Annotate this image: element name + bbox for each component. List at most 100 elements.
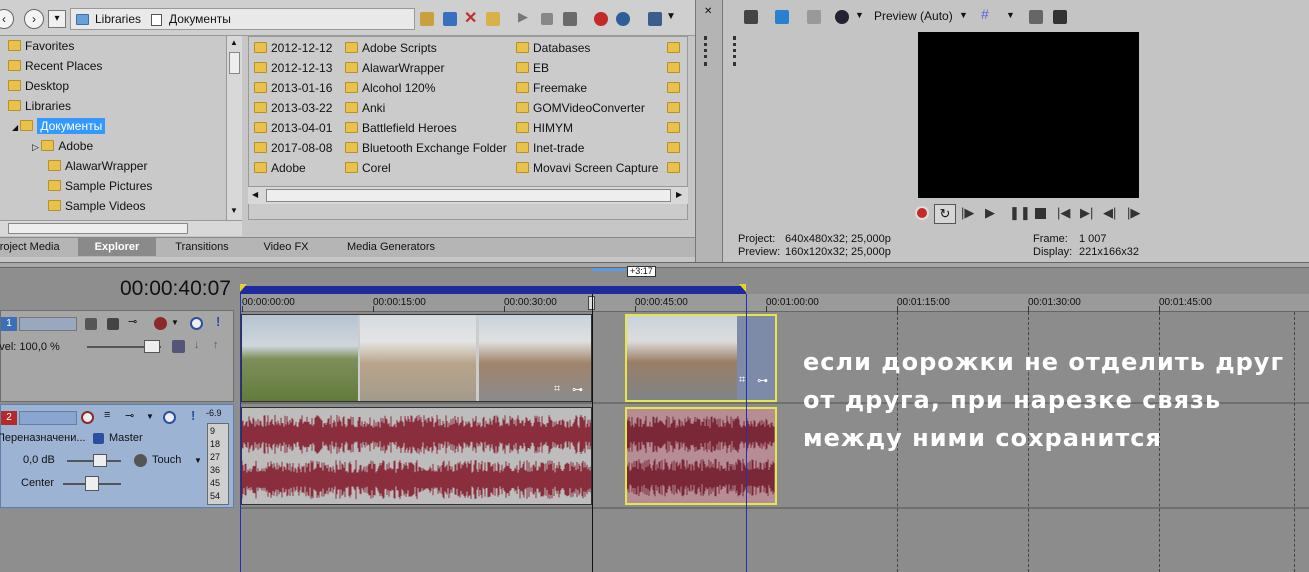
close-pane-icon[interactable]: ✕ (704, 6, 712, 17)
audio-mute-icon[interactable] (163, 411, 176, 424)
tree-item[interactable]: Favorites (8, 36, 74, 56)
audio-solo-icon[interactable]: ! (191, 408, 195, 423)
automation-mode[interactable]: Touch (152, 454, 181, 466)
audio-chain-dropdown-icon[interactable]: ▼ (146, 412, 154, 421)
audio-track-name-field[interactable] (19, 411, 77, 425)
file-item[interactable]: Battlefield Heroes (345, 118, 457, 138)
tree-item[interactable]: Sample Pictures (48, 176, 152, 196)
track-settings-icon[interactable] (154, 317, 167, 330)
composite-mode-icon[interactable]: ⊸ (128, 315, 137, 328)
file-item[interactable]: 2012-12-13 (254, 58, 332, 78)
tab-transitions[interactable]: Transitions (162, 238, 242, 256)
audio-track-header[interactable]: 2 ≡ ⊸ ▼ ! Переназначени... Master 0,0 dB… (0, 404, 234, 508)
file-item[interactable]: AlawarWrapper (345, 58, 444, 78)
address-bar[interactable]: Libraries Документы (70, 8, 415, 30)
playhead-cursor[interactable] (592, 294, 593, 572)
level-slider-thumb[interactable] (144, 340, 160, 353)
delete-icon[interactable]: ✕ (464, 8, 477, 28)
folder-icon[interactable] (667, 102, 680, 113)
up-folder-icon[interactable] (420, 12, 434, 26)
collapse-arrow-icon[interactable]: ◢ (12, 123, 20, 132)
tab-video-fx[interactable]: Video FX (246, 238, 326, 256)
video-clip-1[interactable]: ⌗ ⊶ (241, 314, 592, 402)
previous-frame-button[interactable]: ◀| (1103, 205, 1116, 221)
splitter-grip[interactable] (704, 36, 707, 66)
file-item[interactable]: HIMYM (516, 118, 573, 138)
tree-item[interactable]: Libraries (8, 96, 71, 116)
file-item[interactable]: Bluetooth Exchange Folder (345, 138, 507, 158)
pan-slider-thumb[interactable] (85, 476, 99, 491)
file-item[interactable]: Adobe (254, 158, 306, 178)
folder-icon[interactable] (667, 42, 680, 53)
envelope-icon[interactable] (172, 340, 185, 353)
event-fx-icon-2[interactable]: ⊶ (757, 374, 768, 387)
overlays-grid-icon[interactable]: # (981, 6, 989, 22)
pause-button[interactable]: ❚❚ (1009, 205, 1031, 221)
play-button[interactable]: ▶ (985, 205, 995, 221)
tab-project-media[interactable]: Project Media (0, 238, 70, 256)
automation-dropdown-icon[interactable]: ▼ (194, 456, 202, 465)
file-item[interactable]: EB (516, 58, 549, 78)
record-icon[interactable] (594, 12, 608, 26)
track-motion-icon[interactable] (85, 318, 97, 330)
file-item[interactable]: Adobe Scripts (345, 38, 437, 58)
loop-start-marker[interactable] (240, 284, 247, 292)
expand-down-icon[interactable]: ↓ (194, 339, 200, 351)
audio-chain-icon[interactable]: ⊸ (125, 409, 134, 422)
external-monitor-icon[interactable] (775, 10, 789, 24)
file-item[interactable]: Alcohol 120% (345, 78, 435, 98)
file-item[interactable]: 2013-03-22 (254, 98, 332, 118)
file-item[interactable]: Movavi Screen Capture (516, 158, 658, 178)
preview-quality[interactable]: Preview (Auto) (874, 9, 953, 23)
tree-vertical-scrollbar[interactable]: ▲ ▼ (226, 36, 242, 220)
add-favorite-icon[interactable] (486, 12, 500, 26)
folder-icon[interactable] (667, 162, 680, 173)
refresh-icon[interactable] (443, 12, 457, 26)
loop-playback-button[interactable]: ↻ (934, 204, 956, 224)
scroll-right-arrow-icon[interactable]: ▶ (676, 190, 682, 199)
scroll-up-arrow-icon[interactable]: ▲ (230, 38, 238, 47)
go-to-end-button[interactable]: ▶| (1080, 205, 1093, 221)
event-fx-icon[interactable]: ⊶ (572, 383, 583, 396)
tree-item[interactable]: AlawarWrapper (48, 156, 147, 176)
audio-bus-label[interactable]: Master (109, 432, 143, 444)
audio-fx-icon[interactable]: ≡ (104, 409, 110, 421)
forward-button[interactable]: › (24, 9, 44, 29)
auto-preview-icon[interactable] (563, 12, 577, 26)
file-list-hscroll-thumb[interactable] (266, 189, 671, 202)
address-root[interactable]: Libraries (95, 12, 141, 26)
next-frame-button[interactable]: |▶ (1127, 205, 1140, 221)
address-current[interactable]: Документы (169, 12, 231, 26)
tree-item[interactable]: ▷ Adobe (32, 136, 93, 156)
play-icon[interactable]: ▶ (518, 9, 528, 25)
automation-icon[interactable] (134, 454, 147, 467)
tree-item[interactable]: Sample Videos (48, 196, 146, 216)
views-dropdown-icon[interactable]: ▼ (666, 11, 676, 22)
folder-icon[interactable] (667, 82, 680, 93)
tree-scroll-thumb[interactable] (229, 52, 240, 74)
go-to-start-button[interactable]: |◀ (1057, 205, 1070, 221)
video-track-name-field[interactable] (19, 317, 77, 331)
scroll-left-arrow-icon[interactable]: ◀ (252, 190, 258, 199)
file-list-hscrollbar[interactable]: ◀ ▶ (248, 186, 688, 204)
file-item[interactable]: 2013-04-01 (254, 118, 332, 138)
file-item[interactable]: 2012-12-12 (254, 38, 332, 58)
stop-button[interactable] (1035, 208, 1046, 219)
video-track-header[interactable]: 1 ⊸ ▼ ! Level: 100,0 % ↓ ↑ (0, 310, 234, 402)
fx-icon[interactable] (807, 10, 821, 24)
tree-item[interactable]: ◢ Документы (12, 116, 106, 136)
play-from-start-button[interactable]: |▶ (961, 205, 974, 221)
views-icon[interactable] (648, 12, 662, 26)
zoom-indicator[interactable] (592, 268, 626, 271)
timecode-display[interactable]: 00:00:40:07 (120, 277, 231, 301)
file-item[interactable]: Freemake (516, 78, 587, 98)
video-clip-2-selected[interactable]: ⌗ ⊶ (625, 314, 777, 402)
tree-horizontal-scrollbar[interactable] (0, 220, 242, 236)
stop-icon[interactable] (541, 13, 553, 25)
audio-clip-1[interactable] (241, 407, 592, 505)
crop-icon-2[interactable]: ⌗ (739, 374, 745, 387)
solo-icon[interactable]: ! (216, 314, 220, 329)
expand-up-icon[interactable]: ↑ (213, 339, 219, 351)
folder-icon[interactable] (667, 122, 680, 133)
history-dropdown-button[interactable]: ▾ (48, 10, 66, 28)
